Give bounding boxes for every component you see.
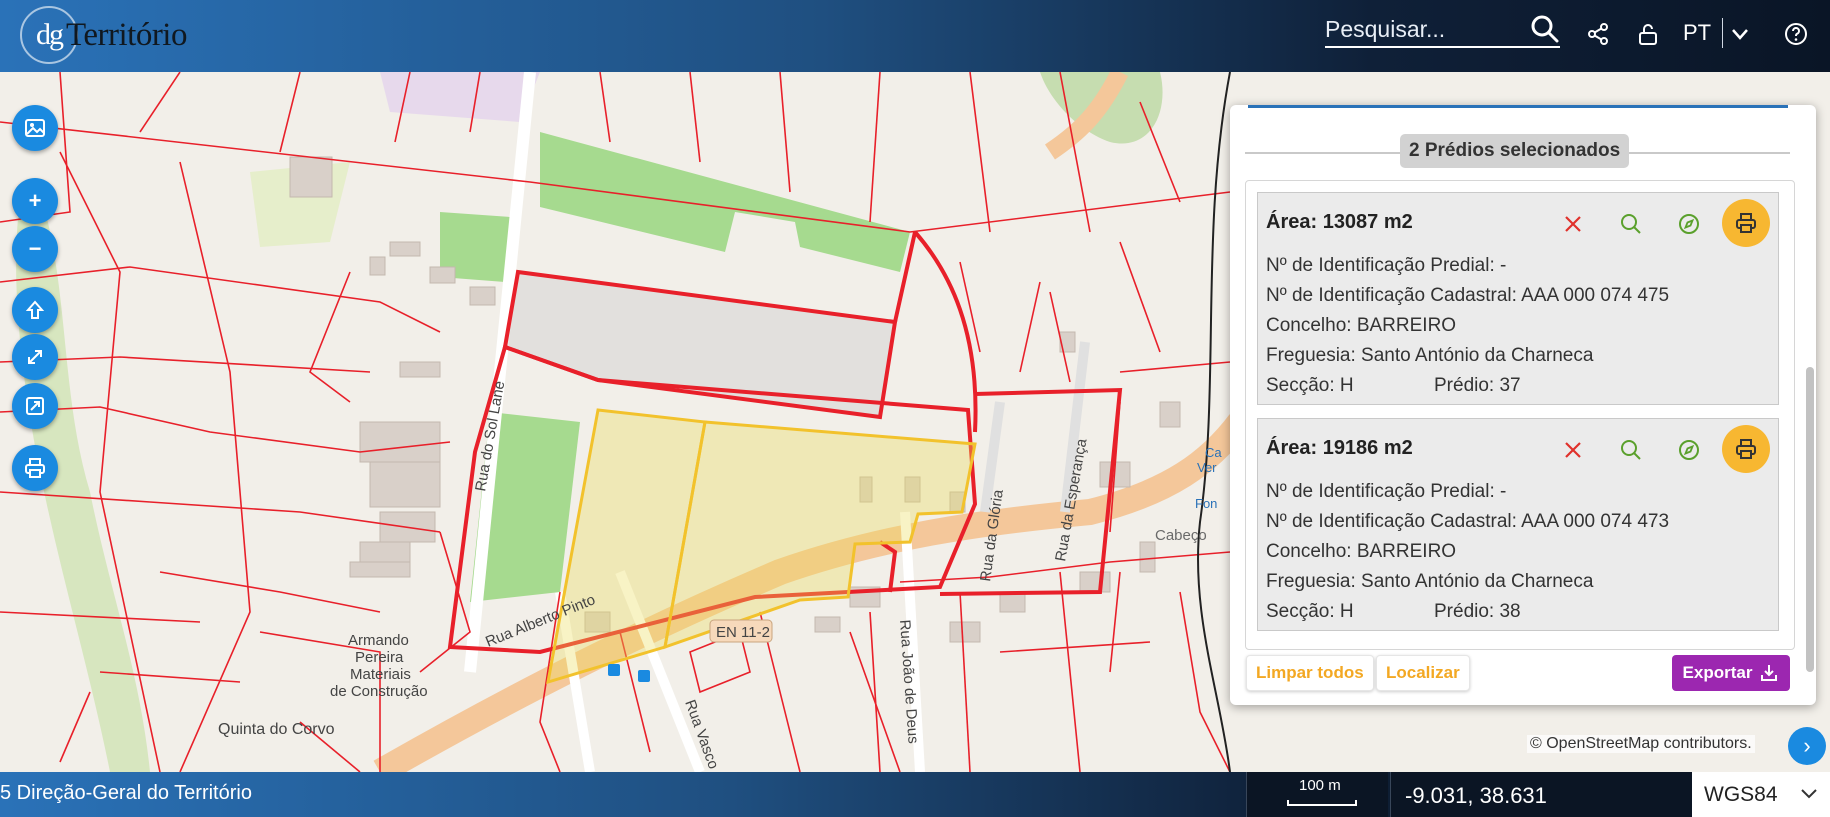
label-armando-1: Armando — [348, 632, 409, 649]
minus-icon: − — [28, 236, 42, 261]
print-map-button[interactable] — [12, 445, 58, 491]
chevron-down-icon — [1801, 789, 1817, 799]
label-armando-4: de Construção — [330, 683, 428, 700]
parcel-predio: Prédio: 38 — [1434, 601, 1521, 622]
printer-icon — [1736, 439, 1756, 459]
panel-scrollbar[interactable] — [1806, 367, 1814, 672]
scale-line: 100 m — [1246, 772, 1388, 817]
parcel-freguesia: Freguesia: Santo António da Charneca — [1266, 345, 1594, 366]
compass-icon — [1679, 440, 1699, 460]
zoom-in-button[interactable]: + — [12, 178, 58, 224]
parcel-area: Área: 19186 m2 — [1266, 437, 1413, 459]
parcel-predial-id: Nº de Identificação Predial: - — [1266, 481, 1507, 502]
locate-button[interactable]: Localizar — [1376, 655, 1470, 691]
parcel-card: Área: 13087 m2 Nº de Identificação Predi… — [1257, 192, 1779, 405]
expand-icon — [28, 350, 42, 364]
remove-parcel-button[interactable] — [1558, 435, 1588, 465]
logo-text: Território — [66, 16, 187, 53]
label-armando-3: Materiais — [350, 666, 411, 683]
zoom-out-button[interactable]: − — [12, 226, 58, 272]
parcel-freguesia: Freguesia: Santo António da Charneca — [1266, 571, 1594, 592]
search-box — [1325, 12, 1560, 48]
label-ca: Ca — [1205, 445, 1222, 460]
panel-top-border — [1248, 105, 1788, 108]
app-logo[interactable]: dg Território — [20, 6, 187, 64]
scale-label: 100 m — [1299, 777, 1341, 794]
help-icon[interactable] — [1780, 18, 1812, 50]
selection-panel: 2 Prédios selecionados Área: 13087 m2 Nº… — [1230, 105, 1816, 705]
basemap-button[interactable] — [12, 105, 58, 151]
label-quinta-do-corvo: Quinta do Corvo — [218, 721, 335, 738]
label-fon: Fon — [1195, 496, 1217, 511]
app-header: dg Território PT — [0, 0, 1830, 72]
unlock-icon[interactable] — [1632, 18, 1664, 50]
search-icon[interactable] — [1530, 14, 1560, 49]
parcel-predial-id: Nº de Identificação Predial: - — [1266, 255, 1507, 276]
export-label: Exportar — [1682, 663, 1753, 682]
print-parcel-button[interactable] — [1722, 199, 1770, 247]
bus-stop-icon — [608, 664, 620, 676]
parcel-cadastral-id: Nº de Identificação Cadastral: AAA 000 0… — [1266, 511, 1670, 532]
plus-icon: + — [28, 188, 42, 213]
coordinates-readout: -9.031, 38.631 — [1390, 772, 1692, 817]
compass-icon — [1679, 214, 1699, 234]
bus-stop-icon — [638, 670, 650, 682]
fullscreen-button[interactable] — [12, 334, 58, 380]
parcel-concelho: Concelho: BARREIRO — [1266, 541, 1457, 562]
printer-icon — [1736, 213, 1756, 233]
parcel-concelho: Concelho: BARREIRO — [1266, 315, 1457, 336]
crs-value: WGS84 — [1704, 783, 1778, 806]
language-selector[interactable]: PT — [1683, 20, 1711, 46]
parcel-cadastral-id: Nº de Identificação Cadastral: AAA 000 0… — [1266, 285, 1670, 306]
image-icon — [25, 119, 45, 137]
parcel-seccao: Secção: H — [1266, 375, 1354, 396]
label-armando-2: Pereira — [355, 649, 404, 666]
app-footer: 5 Direção-Geral do Território 100 m -9.0… — [0, 772, 1830, 817]
zoom-parcel-button[interactable] — [1616, 209, 1646, 239]
map-attribution[interactable]: © OpenStreetMap contributors. — [1527, 735, 1755, 753]
parcel-card: Área: 19186 m2 Nº de Identificação Predi… — [1257, 418, 1779, 631]
clear-all-button[interactable]: Limpar todos — [1246, 655, 1374, 691]
language-divider — [1722, 18, 1723, 48]
zoom-parcel-button[interactable] — [1616, 435, 1646, 465]
parcel-area: Área: 13087 m2 — [1266, 211, 1413, 233]
label-en-11-2: EN 11-2 — [716, 624, 770, 641]
parcel-predio: Prédio: 37 — [1434, 375, 1521, 396]
close-icon — [1565, 442, 1581, 458]
search-icon — [1621, 440, 1641, 460]
close-icon — [1565, 216, 1581, 232]
chevron-right-icon: › — [1803, 733, 1811, 758]
home-extent-button[interactable] — [12, 287, 58, 333]
extent-icon — [26, 397, 44, 415]
label-cabeco: Cabeço — [1155, 527, 1207, 544]
chevron-down-icon[interactable] — [1724, 18, 1756, 50]
search-input[interactable] — [1325, 12, 1525, 46]
remove-parcel-button[interactable] — [1558, 209, 1588, 239]
scale-bar — [1287, 800, 1357, 806]
printer-icon — [25, 458, 45, 478]
label-ver: Ver — [1197, 460, 1217, 475]
arrow-up-icon — [25, 300, 45, 319]
toggle-panel-button[interactable]: › — [1788, 727, 1826, 765]
search-icon — [1621, 214, 1641, 234]
navigate-parcel-button[interactable] — [1674, 209, 1704, 239]
selected-count-badge: 2 Prédios selecionados — [1400, 134, 1630, 168]
download-icon — [1761, 665, 1778, 681]
export-button[interactable]: Exportar — [1672, 655, 1790, 691]
zoom-to-extent-button[interactable] — [12, 383, 58, 429]
print-parcel-button[interactable] — [1722, 425, 1770, 473]
parcel-seccao: Secção: H — [1266, 601, 1354, 622]
copyright-text: 5 Direção-Geral do Território — [0, 782, 252, 804]
crs-selector[interactable]: WGS84 — [1692, 772, 1830, 817]
navigate-parcel-button[interactable] — [1674, 435, 1704, 465]
share-icon[interactable] — [1582, 18, 1614, 50]
